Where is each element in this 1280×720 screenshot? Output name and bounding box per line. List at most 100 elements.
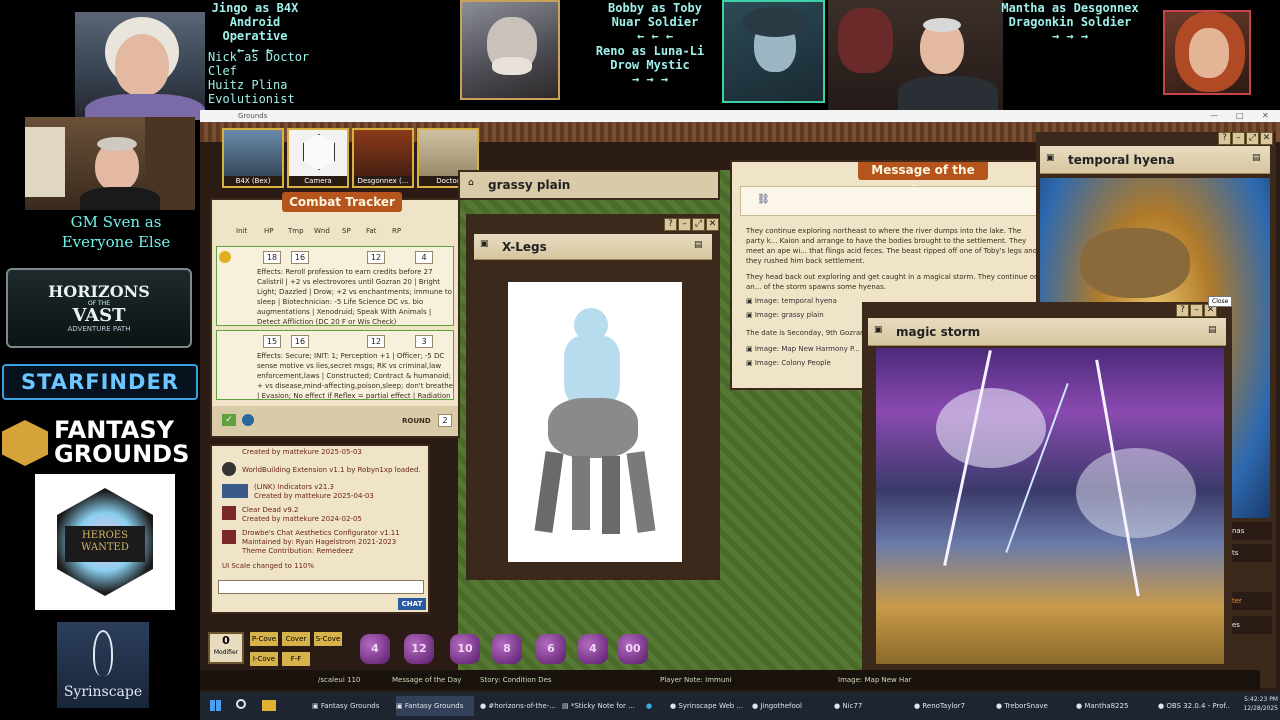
ct-sp-1[interactable]: 12 — [367, 251, 385, 264]
minimize-icon[interactable]: – — [678, 218, 691, 231]
round-value[interactable]: 2 — [438, 414, 452, 427]
hyena-title: temporal hyena — [1068, 153, 1175, 167]
ct-rp-2[interactable]: 3 — [415, 335, 433, 348]
chat-input[interactable] — [218, 580, 424, 594]
close-icon[interactable]: ✕ — [1260, 132, 1273, 145]
edge-icon[interactable]: ● — [646, 696, 660, 716]
taskbar-item[interactable]: ● #horizons-of-the-... — [480, 696, 558, 716]
party-portrait-desgonnex[interactable]: Desgonnex (... — [352, 128, 414, 188]
minimize-icon[interactable]: — — [1210, 110, 1218, 122]
search-icon[interactable] — [236, 699, 246, 709]
close-icon[interactable]: ✕ — [1262, 110, 1269, 122]
pin-icon[interactable]: ⌂ — [468, 178, 474, 188]
ct-init-2[interactable]: 15 — [263, 335, 281, 348]
ct-entry-2[interactable]: 15 16 12 3 Effects: Secure; INIT: 1; Per… — [216, 330, 454, 400]
modifier-box[interactable]: 0 Modifier — [208, 632, 244, 664]
d100-die[interactable]: 00 — [618, 634, 648, 664]
grassy-plain-title: grassy plain — [488, 178, 571, 192]
motd-link[interactable]: ▣ Image: temporal hyena — [746, 296, 837, 306]
menu-icon[interactable]: ▤ — [1208, 325, 1217, 335]
party-portrait-camera[interactable]: Camera — [287, 128, 349, 188]
taskbar-item[interactable]: ● RenoTaylor7 — [914, 696, 986, 716]
file-explorer-icon[interactable] — [262, 700, 276, 711]
chat-line: WorldBuilding Extension v1.1 by Robyn1xp… — [242, 466, 421, 474]
motd-link[interactable]: ▣ Image: grassy plain — [746, 310, 824, 320]
round-label: ROUND — [402, 417, 431, 425]
modifier-label: Modifier — [213, 649, 239, 656]
player5-label: Mantha as Desgonnex Dragonkin Soldier → … — [1001, 1, 1139, 43]
taskbar-item[interactable]: ● Syrinscape Web ... — [670, 696, 748, 716]
motd-link[interactable]: ▣ Image: Colony People — [746, 358, 831, 368]
close-icon[interactable]: ✕ — [706, 218, 719, 231]
system-clock[interactable]: 5:42:23 PM 12/28/2025 — [1236, 695, 1278, 713]
d6-die[interactable]: 6 — [536, 634, 566, 664]
minimize-icon[interactable]: – — [1190, 304, 1203, 317]
d4-die-2[interactable]: 4 — [578, 634, 608, 664]
flat-footed-button[interactable]: F-F — [282, 652, 310, 666]
gm-label: GM Sven as Everyone Else — [61, 213, 171, 251]
help-icon[interactable]: ? — [664, 218, 677, 231]
menu-icon[interactable]: ▤ — [694, 240, 703, 250]
chat-line: Clear Dead v9.2 — [242, 506, 299, 514]
ct-hp-2[interactable]: 16 — [291, 335, 309, 348]
taskbar-item[interactable]: ● Mantha8225 — [1076, 696, 1152, 716]
webcam-reno — [828, 0, 1003, 110]
logo-horizons-of-the-vast: HORIZONS OF THE VAST ADVENTURE PATH — [6, 268, 192, 348]
ct-rp-1[interactable]: 4 — [415, 251, 433, 264]
cover-button[interactable]: Cover — [282, 632, 310, 646]
player3-label: Bobby as Toby Nuar Soldier ← ← ← — [608, 1, 702, 43]
start-icon[interactable] — [210, 700, 221, 711]
cover-button-p[interactable]: P-Cove — [250, 632, 278, 646]
ct-entry-1[interactable]: 18 16 12 4 Effects: Reroll profession to… — [216, 246, 454, 326]
dice-tray: 4 12 10 8 6 4 00 — [360, 634, 660, 674]
next-turn-icon[interactable] — [242, 414, 254, 426]
d12-die[interactable]: 12 — [404, 634, 434, 664]
x-legs-image — [508, 282, 682, 562]
ct-sp-2[interactable]: 12 — [367, 335, 385, 348]
timeline-entry[interactable]: Image: Map New Har — [838, 676, 911, 684]
taskbar-item[interactable]: ● TreborSnave — [996, 696, 1068, 716]
menu-icon[interactable]: ▤ — [1252, 153, 1261, 163]
resize-icon[interactable]: ⤢ — [1246, 132, 1259, 145]
ct-effects-1: Effects: Reroll profession to earn credi… — [257, 268, 452, 325]
link-icon[interactable]: ▣ — [1046, 153, 1055, 163]
motd-link[interactable]: ▣ Image: Map New Harmony P... — [746, 344, 860, 354]
taskbar-item-active[interactable]: ▣ Fantasy Grounds — [396, 696, 474, 716]
taskbar-item[interactable]: ▤ *Sticky Note for ... — [562, 696, 640, 716]
checkmark-icon[interactable]: ✓ — [222, 414, 236, 426]
taskbar-item[interactable]: ▣ Fantasy Grounds — [312, 696, 390, 716]
cover-button-s[interactable]: S-Cove — [314, 632, 342, 646]
timeline-entry[interactable]: Player Note: Immuni — [660, 676, 732, 684]
taskbar-item[interactable]: ● Jingothefool — [752, 696, 830, 716]
d10-die[interactable]: 10 — [450, 634, 480, 664]
player4-label: Reno as Luna-Li Drow Mystic → → → — [595, 44, 705, 86]
timeline-entry[interactable]: Message of the Day — [392, 676, 461, 684]
taskbar-item[interactable]: ● OBS 32.0.4 - Prof... — [1158, 696, 1230, 716]
d4-die[interactable]: 4 — [360, 634, 390, 664]
clock-date: 12/28/2025 — [1243, 705, 1278, 712]
cover-button-i[interactable]: I-Cove — [250, 652, 278, 666]
help-icon[interactable]: ? — [1176, 304, 1189, 317]
combat-tracker-title: Combat Tracker — [282, 192, 402, 212]
d8-die[interactable]: 8 — [492, 634, 522, 664]
link-icon[interactable]: ⛓ — [757, 194, 770, 205]
ct-init-1[interactable]: 18 — [263, 251, 281, 264]
timeline-entry[interactable]: /scaleui 110 — [318, 676, 360, 684]
motd-toolbar: ⛓ — [740, 186, 1036, 216]
party-portrait-b4x[interactable]: B4X (Bex) — [222, 128, 284, 188]
ct-header-init: Init — [236, 227, 248, 235]
timeline-entry[interactable]: Story: Condition Des — [480, 676, 552, 684]
link-icon[interactable]: ▣ — [874, 325, 883, 335]
maximize-icon[interactable]: □ — [1236, 110, 1244, 122]
logo-heroes-wanted: HEROES WANTED — [35, 474, 175, 610]
minimize-icon[interactable]: – — [1232, 132, 1245, 145]
taskbar-item[interactable]: ● Nic77 — [834, 696, 904, 716]
fg-titlebar: Grounds — □ ✕ — [200, 110, 1280, 122]
help-icon[interactable]: ? — [1218, 132, 1231, 145]
combat-tracker: Combat Tracker Init HP Tmp Wnd SP Fat RP… — [210, 192, 460, 438]
ct-hp-1[interactable]: 16 — [291, 251, 309, 264]
resize-icon[interactable]: ⤢ — [692, 218, 705, 231]
link-icon[interactable]: ▣ — [480, 239, 489, 249]
chat-button[interactable]: CHAT — [398, 598, 426, 610]
chat-line: Created by mattekure 2025-05-03 — [242, 448, 362, 456]
